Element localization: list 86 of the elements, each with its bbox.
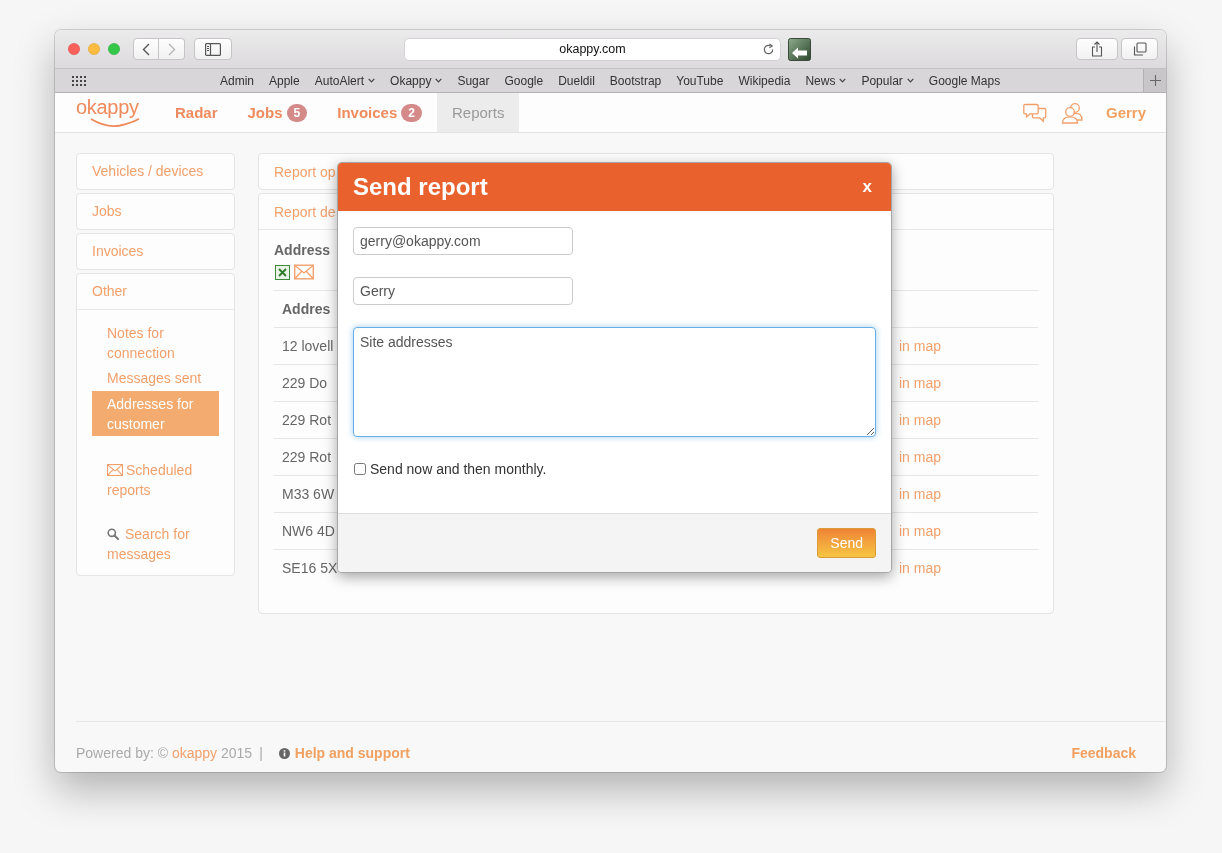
info-icon bbox=[278, 747, 290, 759]
footer-credit: Powered by: © okappy 2015 bbox=[76, 745, 253, 761]
sidebar-subitem[interactable]: Notes for connection bbox=[92, 323, 219, 363]
map-link[interactable]: in map bbox=[899, 523, 942, 539]
sidebar-subitem[interactable]: Scheduled reports bbox=[92, 460, 219, 500]
sidebar-button[interactable] bbox=[194, 38, 232, 60]
bookmark-link[interactable]: Sugar bbox=[457, 73, 490, 88]
map-link[interactable]: in map bbox=[899, 375, 942, 391]
swoosh-icon bbox=[90, 118, 140, 127]
bookmark-link[interactable]: Google bbox=[504, 73, 544, 88]
sidebar-icon bbox=[205, 42, 221, 56]
brand-link[interactable]: okappy bbox=[171, 745, 218, 761]
grid-icon[interactable] bbox=[72, 75, 86, 86]
separator-text: | bbox=[259, 745, 263, 761]
add-button[interactable] bbox=[1143, 69, 1166, 92]
sidebar-link[interactable]: Jobs bbox=[77, 194, 234, 229]
sidebar-subitem[interactable]: Messages sent bbox=[92, 368, 219, 388]
panel-link[interactable]: Report op bbox=[274, 163, 336, 180]
map-link[interactable]: in map bbox=[899, 412, 942, 428]
back-button[interactable] bbox=[133, 38, 159, 60]
bookmark-link[interactable]: Dueldil bbox=[558, 73, 595, 88]
table-cell: M33 6W bbox=[282, 486, 335, 502]
map-link[interactable]: in map bbox=[899, 560, 942, 576]
sidebar-link[interactable]: Other bbox=[77, 274, 234, 310]
feedback-link[interactable]: Feedback bbox=[1071, 745, 1136, 761]
bookmark-link[interactable]: Apple bbox=[269, 73, 300, 88]
logo-link[interactable]: okappy bbox=[76, 93, 140, 132]
sidebar-subitem[interactable]: Addresses for customer bbox=[92, 391, 219, 436]
map-link[interactable]: in map bbox=[899, 338, 942, 354]
chat-icon[interactable] bbox=[1022, 102, 1047, 123]
share-icon bbox=[1091, 41, 1103, 57]
table-cell: NW6 4D bbox=[282, 523, 335, 539]
tabs-icon bbox=[1132, 42, 1147, 56]
send-button[interactable]: Send bbox=[817, 528, 876, 558]
address-field[interactable]: okappy.com bbox=[404, 37, 781, 61]
map-link[interactable]: in map bbox=[899, 449, 942, 465]
bookmark-link[interactable]: News bbox=[805, 73, 847, 88]
bookmark-link[interactable]: YouTube bbox=[676, 73, 724, 88]
bookmark-link[interactable]: Admin bbox=[220, 73, 254, 88]
envelope-icon[interactable] bbox=[107, 464, 123, 476]
count-badge: 2 bbox=[401, 103, 422, 122]
nav-tab[interactable]: Jobs 5 bbox=[232, 93, 323, 132]
close-window-button[interactable] bbox=[68, 43, 80, 55]
bookmark-link[interactable]: AutoAlert bbox=[314, 73, 376, 88]
sidebar-link[interactable]: Invoices bbox=[77, 234, 234, 269]
table-cell: 12 lovell bbox=[282, 338, 334, 354]
plus-icon bbox=[1149, 75, 1161, 86]
checkbox-label: Send now and then monthly. bbox=[370, 461, 547, 477]
close-button[interactable]: x bbox=[858, 177, 876, 197]
table-cell: 229 Rot bbox=[282, 412, 332, 428]
share-button[interactable] bbox=[1076, 38, 1118, 60]
minimize-window-button[interactable] bbox=[88, 43, 100, 55]
bookmark-link[interactable]: Okappy bbox=[390, 73, 443, 88]
reload-icon[interactable] bbox=[762, 42, 775, 56]
help-link[interactable]: Help and support bbox=[278, 745, 410, 761]
bookmark-link[interactable]: Bootstrap bbox=[609, 73, 662, 88]
table-cell: 229 Do bbox=[282, 375, 328, 391]
bookmark-link[interactable]: Wikipedia bbox=[738, 73, 791, 88]
message-field[interactable]: Site addresses bbox=[353, 327, 876, 437]
bookmark-link[interactable]: Popular bbox=[861, 73, 914, 88]
report-heading: Address bbox=[274, 241, 331, 259]
column-header: Addres bbox=[282, 301, 331, 317]
sidebar-subitem[interactable]: Search for messages bbox=[92, 524, 219, 564]
nav-tab[interactable]: Reports bbox=[436, 93, 520, 132]
zoom-window-button[interactable] bbox=[108, 43, 120, 55]
bookmark-link[interactable]: Google Maps bbox=[928, 73, 1001, 88]
modal-title: Send report bbox=[353, 173, 488, 201]
nav-tab[interactable]: Invoices 2 bbox=[322, 93, 437, 132]
input-field[interactable]: Gerry bbox=[353, 277, 573, 305]
spreadsheet-icon[interactable] bbox=[275, 264, 290, 280]
sidebar-link[interactable]: Vehicles / devices bbox=[77, 154, 234, 189]
table-cell: SE16 5X bbox=[282, 560, 338, 576]
users-icon[interactable] bbox=[1060, 101, 1083, 124]
input-field[interactable]: gerry@okappy.com bbox=[353, 227, 573, 255]
search-icon bbox=[107, 528, 119, 540]
nav-tab[interactable]: Radar bbox=[160, 93, 233, 132]
panel-link[interactable]: Report de bbox=[274, 203, 336, 220]
count-badge: 5 bbox=[286, 103, 308, 122]
user-menu-link[interactable]: Gerry bbox=[1105, 104, 1146, 121]
forward-button[interactable] bbox=[159, 38, 185, 60]
map-link[interactable]: in map bbox=[899, 486, 942, 502]
table-cell: 229 Rot bbox=[282, 449, 332, 465]
chevron-right-icon bbox=[167, 42, 176, 56]
checkbox[interactable] bbox=[354, 463, 366, 475]
arrow-tile-icon[interactable] bbox=[788, 37, 811, 61]
chevron-left-icon bbox=[142, 42, 150, 56]
